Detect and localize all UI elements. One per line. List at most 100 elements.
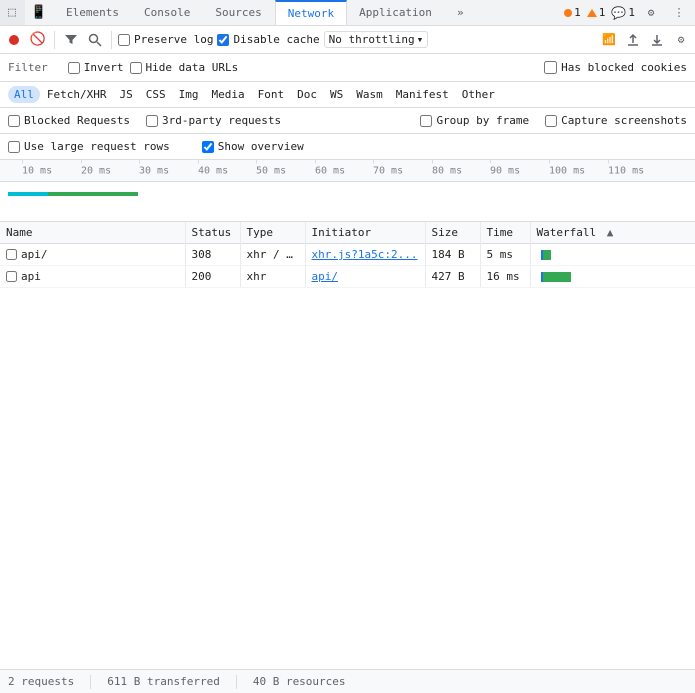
tab-console[interactable]: Console (132, 0, 203, 25)
large-rows-option[interactable]: Use large request rows (8, 140, 170, 153)
type-btn-manifest[interactable]: Manifest (390, 86, 455, 103)
gear-icon: ⚙ (678, 33, 685, 46)
tab-sources[interactable]: Sources (203, 0, 274, 25)
table-body: api/308xhr / ...xhr.js?1a5c:2...184 B5 m… (0, 244, 695, 288)
type-btn-js[interactable]: JS (113, 86, 138, 103)
third-party-option[interactable]: 3rd-party requests (146, 114, 281, 127)
cell-size: 184 B (425, 244, 480, 266)
group-by-frame-checkbox[interactable] (420, 115, 432, 127)
requests-table-container[interactable]: Name Status Type Initiator Size Time (0, 222, 695, 669)
sort-arrow-icon: ▲ (607, 226, 614, 239)
network-settings-button[interactable]: ⚙ (671, 30, 691, 50)
import-button[interactable] (623, 30, 643, 50)
settings-icon: ⚙ (648, 6, 655, 19)
devtools-icon-device[interactable]: 📱 (25, 0, 54, 25)
cell-initiator[interactable]: xhr.js?1a5c:2... (305, 244, 425, 266)
type-btn-css[interactable]: CSS (140, 86, 172, 103)
has-blocked-cookies-checkbox[interactable] (544, 61, 557, 74)
settings-icon-btn[interactable]: ⚙ (641, 3, 661, 23)
options-row-2: Use large request rows Show overview (0, 134, 695, 160)
table-row[interactable]: api/308xhr / ...xhr.js?1a5c:2...184 B5 m… (0, 244, 695, 266)
type-btn-all[interactable]: All (8, 86, 40, 103)
status-sep-1 (90, 675, 91, 689)
search-button[interactable] (85, 30, 105, 50)
throttle-select[interactable]: No throttling ▾ (324, 31, 429, 48)
row-checkbox[interactable] (6, 271, 17, 282)
show-overview-checkbox[interactable] (202, 141, 214, 153)
hide-data-urls-checkbox[interactable] (130, 62, 142, 74)
network-toolbar: 🚫 Preserve log Disable cache No throttli… (0, 26, 695, 54)
cell-type: xhr (240, 266, 305, 288)
invert-option[interactable]: Invert (68, 61, 124, 74)
transferred-size: 611 B transferred (107, 675, 220, 688)
type-btn-font[interactable]: Font (252, 86, 291, 103)
col-header-type[interactable]: Type (240, 222, 305, 244)
options-row2-left: Use large request rows Show overview (8, 140, 304, 153)
record-icon (9, 35, 19, 45)
col-header-initiator[interactable]: Initiator (305, 222, 425, 244)
type-btn-media[interactable]: Media (205, 86, 250, 103)
capture-screenshots-checkbox[interactable] (545, 115, 557, 127)
col-header-time[interactable]: Time (480, 222, 530, 244)
tab-network[interactable]: Network (275, 0, 347, 25)
tab-elements[interactable]: Elements (54, 0, 132, 25)
type-filter-row: All Fetch/XHR JS CSS Img Media Font Doc … (0, 82, 695, 108)
type-btn-other[interactable]: Other (456, 86, 501, 103)
show-overview-option[interactable]: Show overview (202, 140, 304, 153)
col-header-waterfall[interactable]: Waterfall ▲ (530, 222, 695, 244)
type-btn-ws[interactable]: WS (324, 86, 349, 103)
options-right: Group by frame Capture screenshots (420, 114, 687, 127)
timeline-tick: 60 ms (315, 165, 345, 176)
row-checkbox[interactable] (6, 249, 17, 260)
timeline-tick: 110 ms (608, 165, 644, 176)
disable-cache-checkbox[interactable] (217, 34, 229, 46)
more-icon-btn[interactable]: ⋮ (667, 3, 691, 23)
blocked-requests-option[interactable]: Blocked Requests (8, 114, 130, 127)
hide-data-urls-option[interactable]: Hide data URLs (130, 61, 239, 74)
preserve-log-label[interactable]: Preserve log (118, 33, 213, 46)
filter-label: Filter (8, 61, 48, 74)
cell-size: 427 B (425, 266, 480, 288)
invert-checkbox[interactable] (68, 62, 80, 74)
record-button[interactable] (4, 30, 24, 50)
clear-icon: 🚫 (30, 32, 46, 47)
group-by-frame-option[interactable]: Group by frame (420, 114, 529, 127)
has-blocked-cookies[interactable]: Has blocked cookies (544, 61, 687, 74)
tab-bar-right: 1 1 💬 1 ⚙ ⋮ (564, 3, 695, 23)
col-header-size[interactable]: Size (425, 222, 480, 244)
filter-button[interactable] (61, 30, 81, 50)
type-btn-doc[interactable]: Doc (291, 86, 323, 103)
third-party-checkbox[interactable] (146, 115, 158, 127)
table-row[interactable]: api200xhrapi/427 B16 ms (0, 266, 695, 288)
filter-icon (64, 33, 78, 47)
options-row-1: Blocked Requests 3rd-party requests Grou… (0, 108, 695, 134)
type-btn-wasm[interactable]: Wasm (350, 86, 389, 103)
cell-initiator[interactable]: api/ (305, 266, 425, 288)
timeline-tick: 10 ms (22, 165, 52, 176)
timeline-tick: 90 ms (490, 165, 520, 176)
col-header-status[interactable]: Status (185, 222, 240, 244)
wifi-icon-btn[interactable]: 📶 (599, 30, 619, 50)
preserve-log-checkbox[interactable] (118, 34, 130, 46)
status-sep-2 (236, 675, 237, 689)
large-rows-checkbox[interactable] (8, 141, 20, 153)
tab-application[interactable]: Application (347, 0, 445, 25)
wifi-icon: 📶 (602, 33, 616, 46)
disable-cache-label[interactable]: Disable cache (217, 33, 319, 46)
timeline-tick: 80 ms (432, 165, 462, 176)
timeline-tick: 100 ms (549, 165, 585, 176)
timeline-tick: 30 ms (139, 165, 169, 176)
type-btn-fetch-xhr[interactable]: Fetch/XHR (41, 86, 113, 103)
waterfall-green-bar (48, 192, 138, 196)
blocked-requests-checkbox[interactable] (8, 115, 20, 127)
tab-more[interactable]: » (445, 0, 477, 25)
devtools-icon-select[interactable]: ⬚ (0, 0, 25, 25)
clear-button[interactable]: 🚫 (28, 30, 48, 50)
filter-row: Filter Invert Hide data URLs Has blocked… (0, 54, 695, 82)
cell-time: 16 ms (480, 266, 530, 288)
tab-bar: ⬚ 📱 Elements Console Sources Network App… (0, 0, 695, 26)
col-header-name[interactable]: Name (0, 222, 185, 244)
capture-screenshots-option[interactable]: Capture screenshots (545, 114, 687, 127)
export-button[interactable] (647, 30, 667, 50)
type-btn-img[interactable]: Img (173, 86, 205, 103)
